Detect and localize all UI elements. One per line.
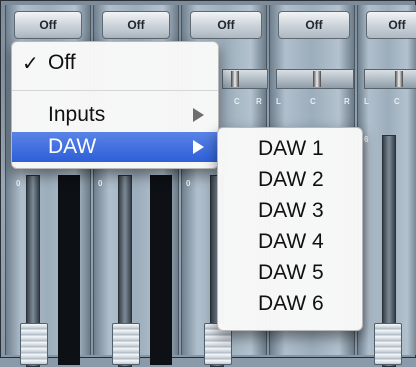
- channel-5-source-button[interactable]: Off: [366, 11, 416, 39]
- source-menu: ✓ Off Inputs DAW: [11, 41, 219, 169]
- pan-knob[interactable]: [395, 71, 403, 87]
- channel-2-source-button[interactable]: Off: [102, 11, 170, 39]
- pan-left-label: L: [276, 97, 281, 106]
- menu-item-daw-label: DAW: [48, 135, 97, 158]
- channel-3-source-button[interactable]: Off: [190, 11, 262, 39]
- pan-knob[interactable]: [231, 71, 239, 87]
- channel-2-level-meter: [150, 175, 172, 365]
- channel-3-pan-control[interactable]: [222, 69, 268, 89]
- checkmark-icon: ✓: [22, 52, 39, 75]
- mixer-window: Off 0 Off 0 Off C R 0 Off L C R Off L C …: [0, 0, 416, 367]
- submenu-item-daw-5[interactable]: DAW 5: [218, 258, 362, 288]
- channel-1-level-meter: [58, 175, 80, 365]
- channel-1-source-button[interactable]: Off: [14, 11, 82, 39]
- submenu-item-daw-3[interactable]: DAW 3: [218, 196, 362, 226]
- submenu-arrow-icon: [193, 108, 204, 122]
- menu-item-inputs[interactable]: Inputs: [12, 100, 218, 130]
- channel-4-source-button[interactable]: Off: [278, 11, 350, 39]
- submenu-item-daw-6[interactable]: DAW 6: [218, 289, 362, 319]
- submenu-item-label: DAW 5: [258, 261, 324, 284]
- submenu-item-label: DAW 3: [258, 199, 324, 222]
- channel-2-fader-handle[interactable]: [112, 323, 140, 365]
- submenu-item-daw-1[interactable]: DAW 1: [218, 134, 362, 164]
- scale-zero-label: 0: [16, 179, 21, 188]
- submenu-arrow-icon: [193, 140, 204, 154]
- channel-1-fader-handle[interactable]: [20, 323, 48, 365]
- submenu-item-daw-2[interactable]: DAW 2: [218, 165, 362, 195]
- pan-center-label: C: [394, 97, 400, 106]
- submenu-item-label: DAW 1: [258, 137, 324, 160]
- menu-item-off[interactable]: ✓ Off: [12, 48, 218, 78]
- pan-left-label: L: [364, 97, 369, 106]
- pan-center-label: C: [234, 97, 240, 106]
- submenu-item-label: DAW 6: [258, 292, 324, 315]
- channel-strip-5: Off L C 6: [357, 5, 416, 367]
- submenu-item-daw-4[interactable]: DAW 4: [218, 227, 362, 257]
- channel-4-pan-control[interactable]: [276, 69, 354, 89]
- menu-item-off-label: Off: [48, 51, 76, 74]
- channel-5-fader-handle[interactable]: [374, 323, 402, 365]
- menu-separator: [12, 90, 218, 91]
- scale-six-label: 6: [364, 135, 369, 144]
- submenu-item-label: DAW 4: [258, 230, 324, 253]
- scale-zero-label: 0: [98, 179, 103, 188]
- submenu-item-label: DAW 2: [258, 168, 324, 191]
- scale-zero-label: 0: [186, 179, 191, 188]
- menu-item-daw[interactable]: DAW: [12, 132, 218, 162]
- pan-knob[interactable]: [313, 71, 321, 87]
- pan-center-label: C: [310, 97, 316, 106]
- menu-item-inputs-label: Inputs: [48, 103, 106, 126]
- pan-right-label: R: [344, 97, 350, 106]
- daw-submenu: DAW 1 DAW 2 DAW 3 DAW 4 DAW 5 DAW 6: [217, 127, 363, 331]
- channel-5-pan-control[interactable]: [364, 69, 416, 89]
- pan-right-label: R: [256, 97, 262, 106]
